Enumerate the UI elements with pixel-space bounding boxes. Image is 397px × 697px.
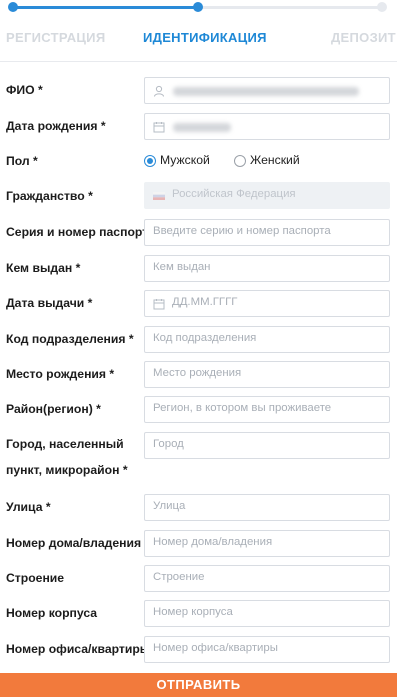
building-placeholder: Строение (153, 571, 205, 583)
division-code-input[interactable]: Код подразделения (144, 326, 390, 353)
gender-male-label: Мужской (160, 153, 210, 167)
block-placeholder: Номер корпуса (153, 606, 233, 618)
division-code-label: Код подразделения * (6, 332, 134, 346)
citizenship-field: Российская Федерация (144, 182, 390, 209)
birth-place-placeholder: Место рождения (153, 367, 242, 379)
birth-date-row: Дата рождения * (0, 112, 397, 142)
citizenship-value: Российская Федерация (172, 188, 296, 200)
user-icon (154, 85, 164, 97)
citizenship-label: Гражданство * (6, 189, 93, 203)
gender-label: Пол * (6, 154, 38, 168)
passport-number-input[interactable]: Введите серию и номер паспорта (144, 219, 390, 246)
birth-date-value-redacted (173, 123, 231, 132)
block-input[interactable]: Номер корпуса (144, 600, 390, 627)
russian-flag-icon (153, 192, 165, 200)
block-row: Номер корпуса Номер корпуса (0, 599, 397, 629)
fio-label: ФИО * (6, 83, 43, 97)
building-label: Строение (6, 571, 65, 585)
house-input[interactable]: Номер дома/владения (144, 530, 390, 557)
divider (0, 61, 397, 62)
apartment-input[interactable]: Номер офиса/квартиры (144, 636, 390, 663)
progress-completed-track (12, 6, 198, 9)
apartment-label: Номер офиса/квартиры (6, 642, 151, 656)
calendar-icon (153, 299, 165, 310)
city-label-line2: пункт, микрорайон * (6, 463, 128, 477)
building-input[interactable]: Строение (144, 565, 390, 592)
issue-date-placeholder: ДД.ММ.ГГГГ (172, 296, 238, 308)
birth-place-input[interactable]: Место рождения (144, 361, 390, 388)
radio-unselected-icon (234, 155, 246, 167)
house-placeholder: Номер дома/владения (153, 536, 273, 548)
issue-date-row: Дата выдачи * ДД.ММ.ГГГГ (0, 289, 397, 319)
house-label: Номер дома/владения * (6, 536, 150, 550)
fio-value-redacted (173, 87, 359, 96)
city-input[interactable]: Город (144, 432, 390, 459)
fio-input[interactable] (144, 77, 390, 104)
submit-button[interactable]: ОТПРАВИТЬ (0, 673, 397, 697)
block-label: Номер корпуса (6, 606, 98, 620)
step-deposit[interactable]: ДЕПОЗИТ (331, 30, 396, 45)
step-labels: РЕГИСТРАЦИЯ ИДЕНТИФИКАЦИЯ ДЕПОЗИТ (0, 30, 397, 48)
fio-row: ФИО * (0, 76, 397, 106)
issue-date-label: Дата выдачи * (6, 296, 93, 310)
apartment-placeholder: Номер офиса/квартиры (153, 642, 278, 654)
step-dot-deposit (377, 2, 387, 12)
gender-female-radio[interactable]: Женский (234, 152, 304, 170)
region-label: Район(регион) * (6, 402, 101, 416)
calendar-icon (153, 122, 165, 133)
step-identification[interactable]: ИДЕНТИФИКАЦИЯ (143, 30, 267, 45)
step-registration[interactable]: РЕГИСТРАЦИЯ (6, 30, 105, 45)
building-row: Строение Строение (0, 564, 397, 594)
issue-date-input[interactable]: ДД.ММ.ГГГГ (144, 290, 390, 317)
division-code-row: Код подразделения * Код подразделения (0, 325, 397, 355)
gender-male-radio[interactable]: Мужской (144, 152, 214, 170)
issued-by-input[interactable]: Кем выдан (144, 255, 390, 282)
passport-number-row: Серия и номер паспорта Введите серию и н… (0, 218, 397, 248)
street-label: Улица * (6, 500, 51, 514)
city-row: Город, населенный пункт, микрорайон * Го… (0, 431, 397, 481)
street-placeholder: Улица (153, 500, 186, 512)
step-dot-registration (8, 2, 18, 12)
passport-number-placeholder: Введите серию и номер паспорта (153, 225, 331, 237)
progress-remaining-track (198, 6, 382, 9)
passport-number-label: Серия и номер паспорта (6, 225, 155, 239)
issued-by-label: Кем выдан * (6, 261, 81, 275)
city-placeholder: Город (153, 438, 184, 450)
apartment-row: Номер офиса/квартиры Номер офиса/квартир… (0, 635, 397, 665)
house-row: Номер дома/владения * Номер дома/владени… (0, 529, 397, 559)
region-placeholder: Регион, в котором вы проживаете (153, 402, 332, 414)
issued-by-placeholder: Кем выдан (153, 261, 211, 273)
street-input[interactable]: Улица (144, 494, 390, 521)
radio-selected-icon (144, 155, 156, 167)
street-row: Улица * Улица (0, 493, 397, 523)
birth-place-row: Место рождения * Место рождения (0, 360, 397, 390)
step-progress-bar (0, 0, 397, 22)
birth-date-label: Дата рождения * (6, 119, 106, 133)
step-dot-identification (193, 2, 203, 12)
region-row: Район(регион) * Регион, в котором вы про… (0, 395, 397, 425)
birth-date-input[interactable] (144, 113, 390, 140)
issued-by-row: Кем выдан * Кем выдан (0, 254, 397, 284)
gender-female-label: Женский (250, 153, 300, 167)
gender-row: Пол * Мужской Женский (0, 150, 397, 172)
birth-place-label: Место рождения * (6, 367, 115, 381)
city-label-line1: Город, населенный (6, 437, 124, 451)
citizenship-row: Гражданство * Российская Федерация (0, 182, 397, 212)
division-code-placeholder: Код подразделения (153, 332, 257, 344)
region-input[interactable]: Регион, в котором вы проживаете (144, 396, 390, 423)
